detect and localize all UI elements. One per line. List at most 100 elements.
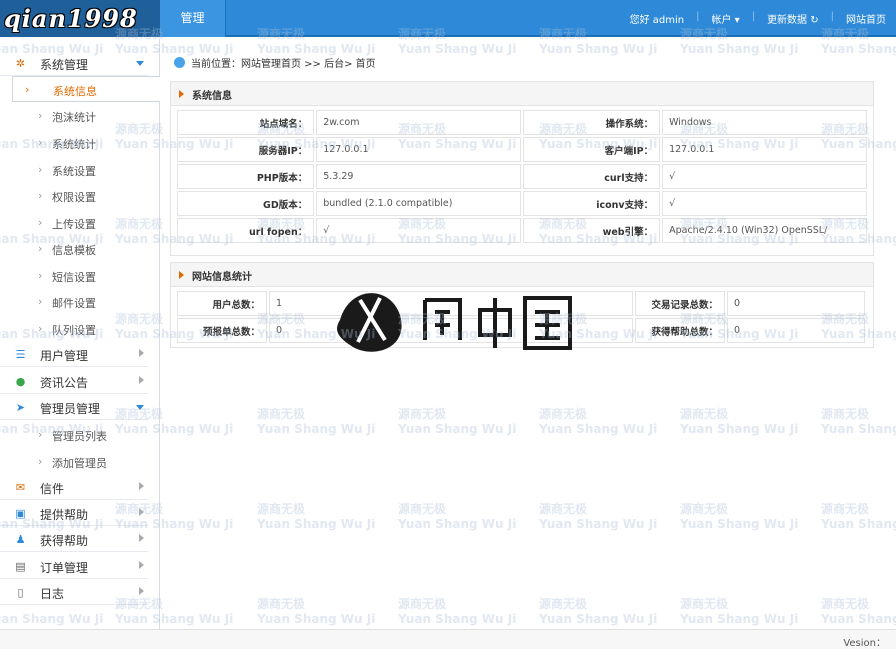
version-label: Vesion：: [843, 638, 886, 649]
field-label: 服务器IP：: [177, 137, 315, 162]
watermark-en: Yuan Shang Wu Ji: [398, 517, 517, 531]
file-icon: ▯: [17, 586, 24, 599]
field-label: 获得帮助总数：: [635, 318, 725, 343]
user-icon: ♟: [15, 533, 26, 546]
field-value: Windows: [662, 110, 867, 135]
table-row: 服务器IP： 127.0.0.1 客户端IP： 127.0.0.1: [177, 137, 867, 162]
sidebar-sub-item[interactable]: › 系统统计: [0, 130, 160, 156]
document-icon: ▤: [15, 560, 26, 573]
field-value: 127.0.0.1: [662, 137, 867, 162]
watermark-cn: 源商无极: [680, 502, 729, 516]
chevron-right-icon: ›: [25, 83, 30, 96]
breadcrumb-text: 当前位置：网站管理首页 >> 后台> 首页: [191, 58, 376, 70]
info-icon: [174, 56, 185, 68]
watermark-en: Yuan Shang Wu Ji: [539, 612, 658, 626]
tab-manage[interactable]: 管理: [160, 0, 226, 37]
table-row: GD版本： bundled (2.1.0 compatible) iconv支持： √: [177, 191, 867, 216]
watermark-en: Yuan Shang Wu Ji: [539, 517, 658, 531]
chat-icon: ✉: [15, 481, 26, 494]
table-row: 站点域名： 2w.com 操作系统： Windows: [177, 110, 867, 135]
watermark-cn: 源商无极: [821, 502, 870, 516]
field-value: 2w.com: [316, 110, 521, 135]
watermark-cn: 源商无极: [680, 407, 729, 421]
sidebar-item-logs[interactable]: ▯ 日志: [0, 579, 148, 605]
watermark-en: Yuan Shang Wu Ji: [257, 422, 376, 436]
sidebar-sub-item[interactable]: › 管理员列表: [0, 422, 160, 448]
watermark-en: Yuan Shang Wu Ji: [398, 422, 517, 436]
image-icon: ▣: [15, 507, 26, 520]
system-info-table: 站点域名： 2w.com 操作系统： Windows 服务器IP： 127.0.0.1 客户…: [175, 108, 869, 245]
field-label: iconv支持：: [522, 191, 661, 216]
sidebar-sub-item[interactable]: › 邮件设置: [0, 289, 160, 315]
panel-header: 系统信息: [171, 82, 873, 106]
watermark-en: Yuan Shang Wu Ji: [257, 612, 376, 626]
watermark-en: Yuan Shang Wu Ji: [821, 422, 896, 436]
account-menu[interactable]: 帐户 ▾: [711, 11, 739, 26]
sidebar-item-orders[interactable]: ▤ 订单管理: [0, 553, 148, 579]
watermark-cn: 源商无极: [539, 597, 588, 611]
sidebar-item-get-help[interactable]: ♟ 获得帮助: [0, 526, 148, 552]
field-label: 用户总数：: [177, 291, 267, 316]
watermark-cn: 源商无极: [821, 597, 870, 611]
sidebar-item-admins[interactable]: ➤ 管理员管理: [0, 394, 148, 420]
breadcrumb: 当前位置：网站管理首页 >> 后台> 首页: [170, 53, 376, 71]
watermark-en: Yuan Shang Wu Ji: [821, 42, 896, 56]
table-row: PHP版本： 5.3.29 curl支持： √: [177, 164, 867, 189]
field-value: 0: [727, 318, 865, 343]
sidebar: ✲ 系统管理 › 系统信息 › 泡沫统计 › 系统统计 › 系统设置 › 权限设置 › 上…: [0, 39, 160, 629]
watermark-en: Yuan Shang Wu Ji: [821, 612, 896, 626]
sidebar-item-users[interactable]: ☰ 用户管理: [0, 341, 148, 367]
field-label: web引擎：: [522, 218, 661, 243]
sidebar-item-mail[interactable]: ✉ 信件: [0, 474, 148, 500]
sidebar-sub-item[interactable]: › 短信设置: [0, 263, 160, 289]
field-label: 客户端IP：: [522, 137, 661, 162]
sidebar-sub-item[interactable]: › 泡沫统计: [0, 103, 160, 129]
watermark-en: Yuan Shang Wu Ji: [398, 42, 517, 56]
sidebar-sub-item[interactable]: › 上传设置: [0, 210, 160, 236]
gear-icon: ✲: [15, 57, 26, 70]
chevron-down-icon: [136, 61, 144, 66]
field-label: curl支持：: [522, 164, 661, 189]
field-label: 站点域名：: [177, 110, 315, 135]
watermark-cn: 源商无极: [539, 502, 588, 516]
watermark-en: Yuan Shang Wu Ji: [539, 42, 658, 56]
watermark-cn: 源商无极: [398, 407, 447, 421]
watermark-cn: 源商无极: [821, 407, 870, 421]
field-label: url fopen：: [177, 218, 315, 243]
top-right-links: 您好 admin | 帐户 ▾ | 更新数据 ↻ | 网站首页: [629, 11, 886, 26]
sidebar-sub-item[interactable]: › 队列设置: [0, 316, 160, 342]
sidebar-sub-item[interactable]: › 系统设置: [0, 157, 160, 183]
watermark-en: Yuan Shang Wu Ji: [539, 422, 658, 436]
watermark-en: Yuan Shang Wu Ji: [680, 612, 799, 626]
field-value: Apache/2.4.10 (Win32) OpenSSL/: [662, 218, 867, 243]
sidebar-item-news[interactable]: ● 资讯公告: [0, 368, 148, 394]
table-row: url fopen： √ web引擎： Apache/2.4.10 (Win32) O…: [177, 218, 867, 243]
chevron-right-icon: [139, 482, 144, 490]
field-label: 预报单总数：: [177, 318, 267, 343]
watermark-en: Yuan Shang Wu Ji: [821, 517, 896, 531]
site-home-link[interactable]: 网站首页: [846, 11, 886, 26]
sidebar-sub-item[interactable]: › 信息模板: [0, 236, 160, 262]
greeting-text: 您好 admin: [629, 15, 685, 26]
chevron-right-icon: [139, 534, 144, 542]
watermark-cn: 源商无极: [398, 597, 447, 611]
chevron-down-icon: [136, 405, 144, 410]
watermark-cn: 源商无极: [257, 407, 306, 421]
sidebar-item-system[interactable]: ✲ 系统管理: [0, 50, 148, 76]
field-value: √: [316, 218, 521, 243]
field-value: √: [662, 164, 867, 189]
sidebar-sub-item[interactable]: › 权限设置: [0, 183, 160, 209]
sidebar-sub-item[interactable]: › 添加管理员: [0, 449, 160, 475]
ink-stamp-logo: [337, 293, 572, 352]
sidebar-item-provide-help[interactable]: ▣ 提供帮助: [0, 500, 148, 526]
chevron-right-icon: [139, 376, 144, 384]
footer: Vesion：: [0, 629, 896, 649]
sidebar-sub-system-info[interactable]: › 系统信息: [12, 76, 160, 102]
field-value: 0: [727, 291, 865, 316]
panel-title: 系统信息: [192, 91, 232, 102]
location-icon: ●: [15, 375, 26, 388]
watermark-en: Yuan Shang Wu Ji: [257, 517, 376, 531]
panel-title: 网站信息统计: [192, 272, 252, 283]
refresh-data-link[interactable]: 更新数据 ↻: [767, 11, 819, 26]
field-value: √: [662, 191, 867, 216]
